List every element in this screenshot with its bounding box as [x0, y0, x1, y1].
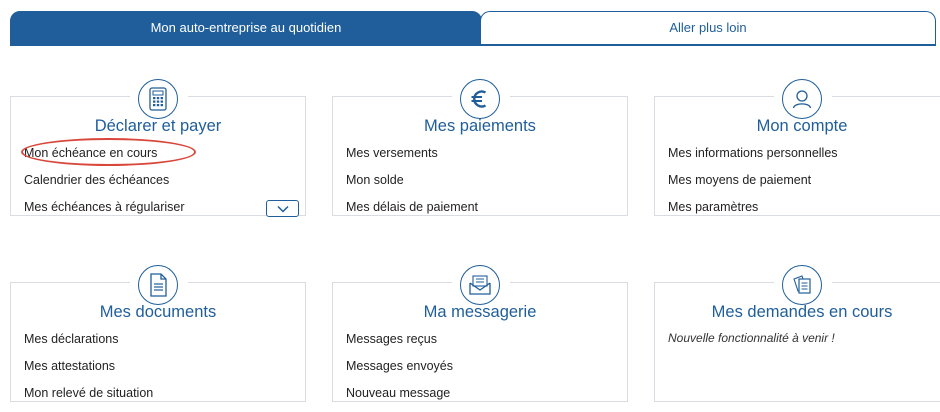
card-title: Déclarer et payer — [94, 117, 222, 135]
card-links: Mes versements Mon solde Mes délais de p… — [346, 145, 478, 226]
chevron-down-icon — [276, 205, 289, 213]
card-links: Mes informations personnelles Mes moyens… — [668, 145, 838, 226]
envelope-icon — [460, 265, 500, 305]
link-mes-attestations[interactable]: Mes attestations — [24, 358, 153, 385]
link-delais-paiement[interactable]: Mes délais de paiement — [346, 199, 478, 226]
link-informations-personnelles[interactable]: Mes informations personnelles — [668, 145, 838, 172]
tab-aller-plus-loin[interactable]: Aller plus loin — [480, 11, 936, 45]
card-mes-demandes: Mes demandes en cours Nouvelle fonctionn… — [654, 265, 940, 402]
user-icon — [782, 79, 822, 119]
link-mes-versements[interactable]: Mes versements — [346, 145, 478, 172]
tab-underline — [10, 44, 936, 46]
link-mon-echeance-en-cours[interactable]: Mon échéance en cours — [21, 138, 196, 172]
card-mes-paiements: Mes paiements Mes versements Mon solde M… — [332, 79, 628, 216]
card-ma-messagerie: Ma messagerie Messages reçus Messages en… — [332, 265, 628, 402]
card-title: Mes demandes en cours — [711, 303, 893, 321]
card-title: Ma messagerie — [423, 303, 537, 321]
link-messages-envoyes[interactable]: Messages envoyés — [346, 358, 453, 385]
calculator-icon — [138, 79, 178, 119]
document-icon — [138, 265, 178, 305]
link-mes-declarations[interactable]: Mes déclarations — [24, 331, 153, 358]
coming-soon-note: Nouvelle fonctionnalité à venir ! — [668, 331, 835, 345]
link-moyens-paiement[interactable]: Mes moyens de paiement — [668, 172, 838, 199]
card-links: Mes déclarations Mes attestations Mon re… — [24, 331, 153, 412]
card-links: Messages reçus Messages envoyés Nouveau … — [346, 331, 453, 412]
main-tabs: Mon auto-entreprise au quotidien Aller p… — [10, 11, 936, 46]
tab-mon-auto-entreprise[interactable]: Mon auto-entreprise au quotidien — [10, 11, 482, 45]
card-mon-compte: Mon compte Mes informations personnelles… — [654, 79, 940, 216]
link-mon-solde[interactable]: Mon solde — [346, 172, 478, 199]
link-nouveau-message[interactable]: Nouveau message — [346, 385, 453, 412]
link-releve-situation[interactable]: Mon relevé de situation — [24, 385, 153, 412]
link-calendrier-echeances[interactable]: Calendrier des échéances — [24, 172, 185, 199]
link-messages-recus[interactable]: Messages reçus — [346, 331, 453, 358]
requests-icon — [782, 265, 822, 305]
link-echeances-a-regulariser[interactable]: Mes échéances à régulariser — [24, 199, 185, 226]
card-title: Mes paiements — [424, 117, 536, 135]
card-title: Mes documents — [99, 303, 217, 321]
expand-button[interactable] — [266, 200, 299, 217]
card-mes-documents: Mes documents Mes déclarations Mes attes… — [10, 265, 306, 402]
card-links: Mon échéance en cours Calendrier des éch… — [21, 138, 196, 226]
card-title: Mon compte — [756, 117, 848, 135]
euro-icon — [460, 79, 500, 119]
link-parametres[interactable]: Mes paramètres — [668, 199, 838, 226]
card-declarer-payer: Déclarer et payer Mon échéance en cours … — [10, 79, 306, 217]
